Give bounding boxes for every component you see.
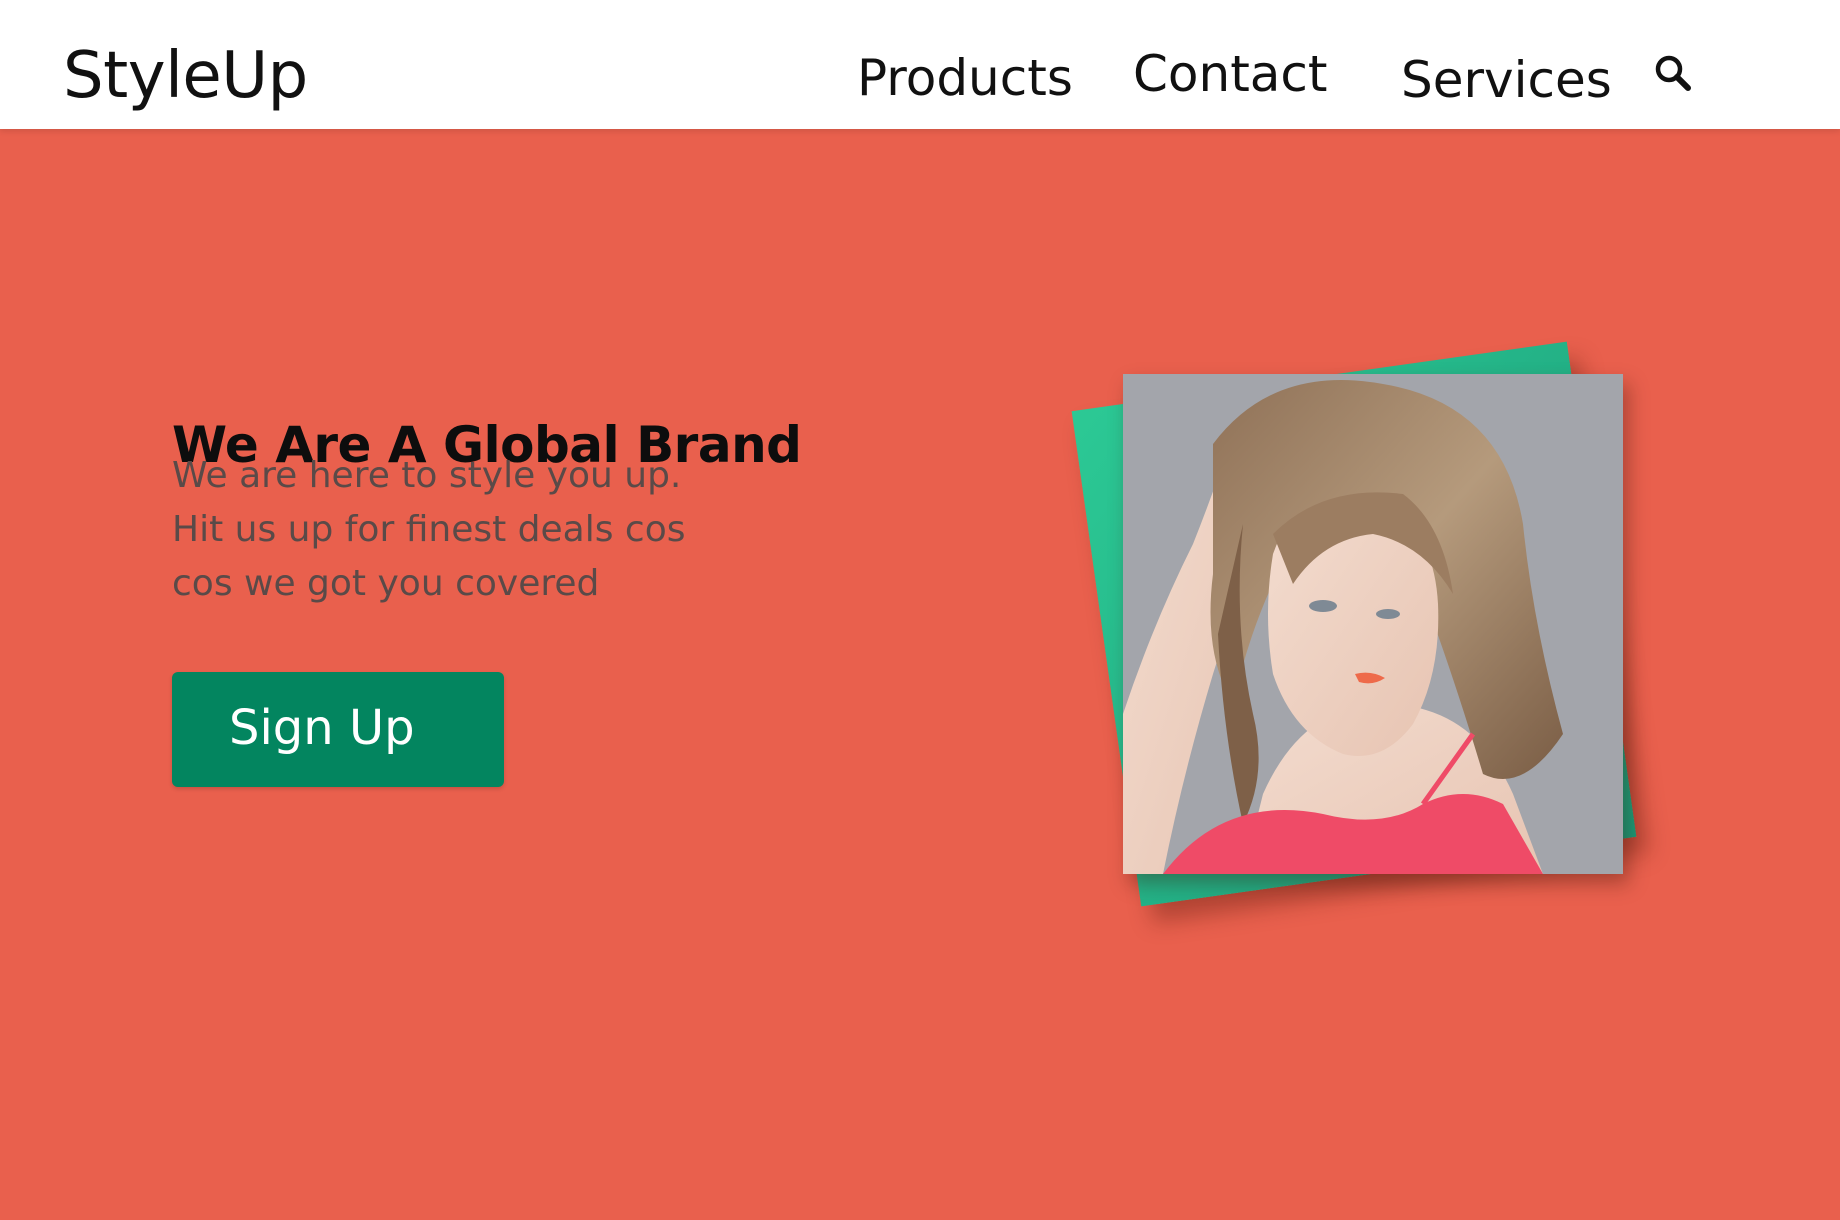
nav-link-services[interactable]: Services [1401,48,1612,112]
sign-up-button-label: Sign Up [229,700,415,756]
search-icon [1655,55,1691,91]
site-logo[interactable]: StyleUp [63,36,308,116]
search-button[interactable] [1649,49,1699,99]
hero-description-line: We are here to style you up. [172,455,682,496]
top-navigation-bar: StyleUp Products Contact Services [0,0,1840,129]
sign-up-button[interactable]: Sign Up [172,672,504,787]
hero-description-line: cos we got you covered [172,563,600,604]
model-illustration [1123,374,1623,874]
fashion-model-photo [1123,374,1623,874]
nav-link-products[interactable]: Products [857,46,1073,110]
hero-description-line: Hit us up for finest deals cos [172,509,686,550]
nav-link-contact[interactable]: Contact [1133,42,1328,106]
hero-description: We are here to style you up. Hit us up f… [172,449,686,611]
